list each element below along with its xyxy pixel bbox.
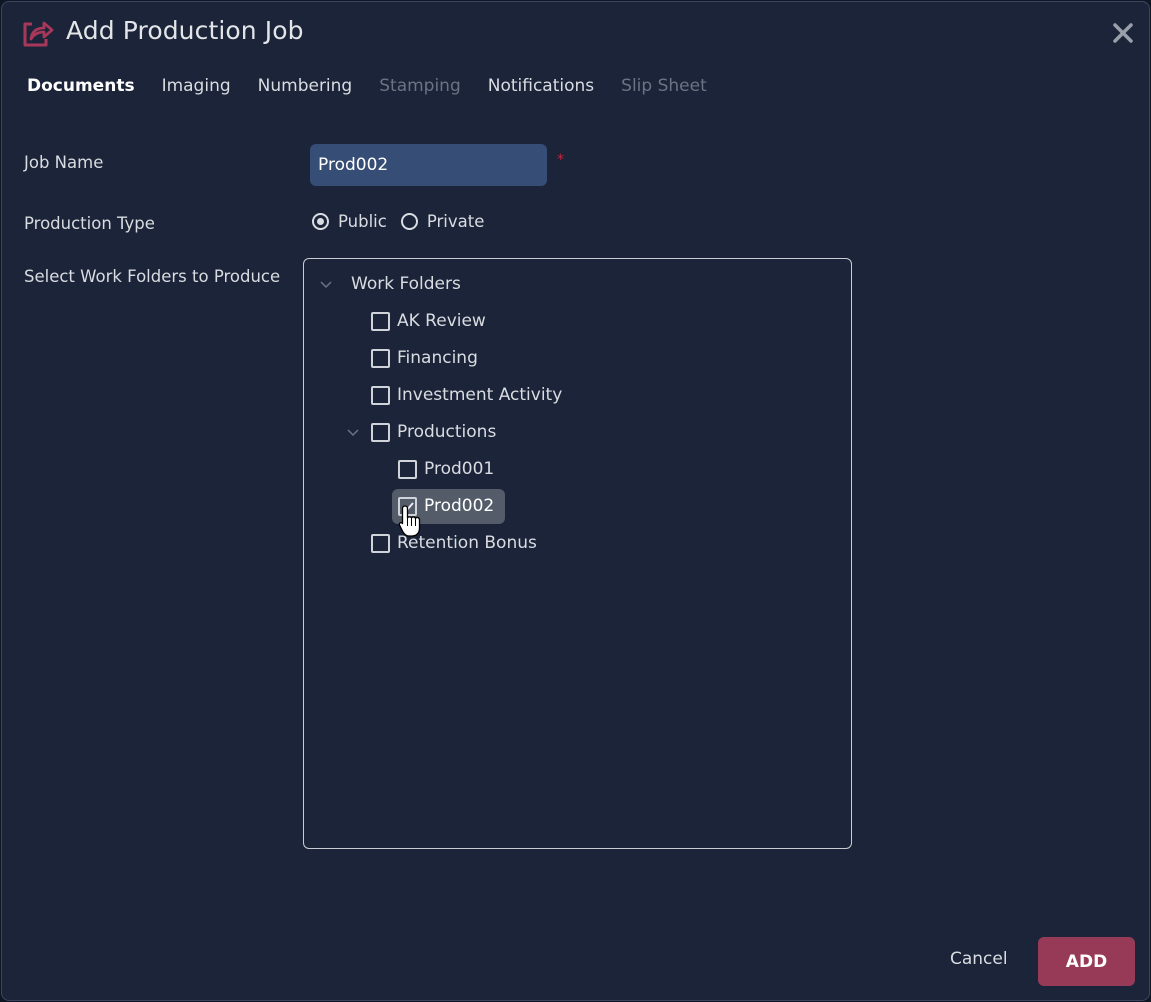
tree-item-label: AK Review bbox=[397, 311, 486, 331]
tree-item[interactable]: Productions bbox=[346, 417, 496, 447]
tab-numbering[interactable]: Numbering bbox=[258, 76, 353, 96]
production-type-radio-group: Public Private bbox=[312, 212, 498, 231]
cancel-button[interactable]: Cancel bbox=[950, 949, 1008, 969]
checkbox-unchecked-icon[interactable] bbox=[398, 459, 417, 479]
radio-private-label: Private bbox=[426, 212, 485, 231]
tree-item[interactable]: Prod002 bbox=[398, 491, 494, 521]
tree-item[interactable]: AK Review bbox=[371, 306, 486, 336]
checkbox-checked-icon[interactable] bbox=[398, 496, 417, 516]
radio-unchecked-icon[interactable] bbox=[400, 213, 418, 230]
share-export-icon bbox=[23, 21, 54, 47]
tree-item-label: Prod002 bbox=[424, 496, 495, 516]
tree-item[interactable]: Prod001 bbox=[398, 454, 494, 484]
tree-item-label: Retention Bonus bbox=[397, 533, 537, 553]
checkbox-unchecked-icon[interactable] bbox=[371, 533, 390, 553]
tree-item[interactable]: Financing bbox=[371, 343, 478, 373]
chevron-down-icon[interactable] bbox=[319, 277, 333, 291]
job-name-input[interactable] bbox=[310, 144, 547, 186]
tab-documents[interactable]: Documents bbox=[27, 76, 135, 96]
work-folders-label: Select Work Folders to Produce bbox=[24, 267, 281, 286]
tree-item-label: Investment Activity bbox=[397, 385, 563, 405]
add-button[interactable]: ADD bbox=[1038, 937, 1135, 986]
tree-item[interactable]: Retention Bonus bbox=[371, 528, 537, 558]
tab-slip-sheet: Slip Sheet bbox=[621, 76, 707, 96]
tab-notifications[interactable]: Notifications bbox=[488, 76, 594, 96]
production-type-label: Production Type bbox=[24, 214, 155, 233]
checkbox-unchecked-icon[interactable] bbox=[371, 311, 390, 331]
tree-item-label: Prod001 bbox=[424, 459, 495, 479]
radio-public[interactable]: Public bbox=[312, 212, 387, 231]
chevron-down-icon[interactable] bbox=[346, 425, 360, 439]
tree-root-label: Work Folders bbox=[351, 274, 461, 294]
tree-item[interactable]: Investment Activity bbox=[371, 380, 562, 410]
checkbox-unchecked-icon[interactable] bbox=[371, 422, 390, 442]
tab-bar: Documents Imaging Numbering Stamping Not… bbox=[27, 76, 734, 96]
dialog-title: Add Production Job bbox=[66, 16, 304, 45]
checkbox-unchecked-icon[interactable] bbox=[371, 385, 390, 405]
checkbox-unchecked-icon[interactable] bbox=[371, 348, 390, 368]
tree-root-work-folders[interactable]: Work Folders bbox=[319, 269, 461, 299]
tab-stamping: Stamping bbox=[379, 76, 461, 96]
tree-item-label: Productions bbox=[397, 422, 497, 442]
radio-public-label: Public bbox=[338, 212, 387, 231]
close-icon[interactable] bbox=[1112, 22, 1134, 44]
job-name-label: Job Name bbox=[24, 153, 104, 172]
add-production-job-dialog: Add Production Job Documents Imaging Num… bbox=[1, 1, 1150, 1001]
radio-checked-icon[interactable] bbox=[312, 213, 329, 230]
required-marker: * bbox=[557, 152, 564, 168]
radio-private[interactable]: Private bbox=[400, 212, 485, 231]
tab-imaging[interactable]: Imaging bbox=[162, 76, 231, 96]
tree-item-label: Financing bbox=[397, 348, 478, 368]
